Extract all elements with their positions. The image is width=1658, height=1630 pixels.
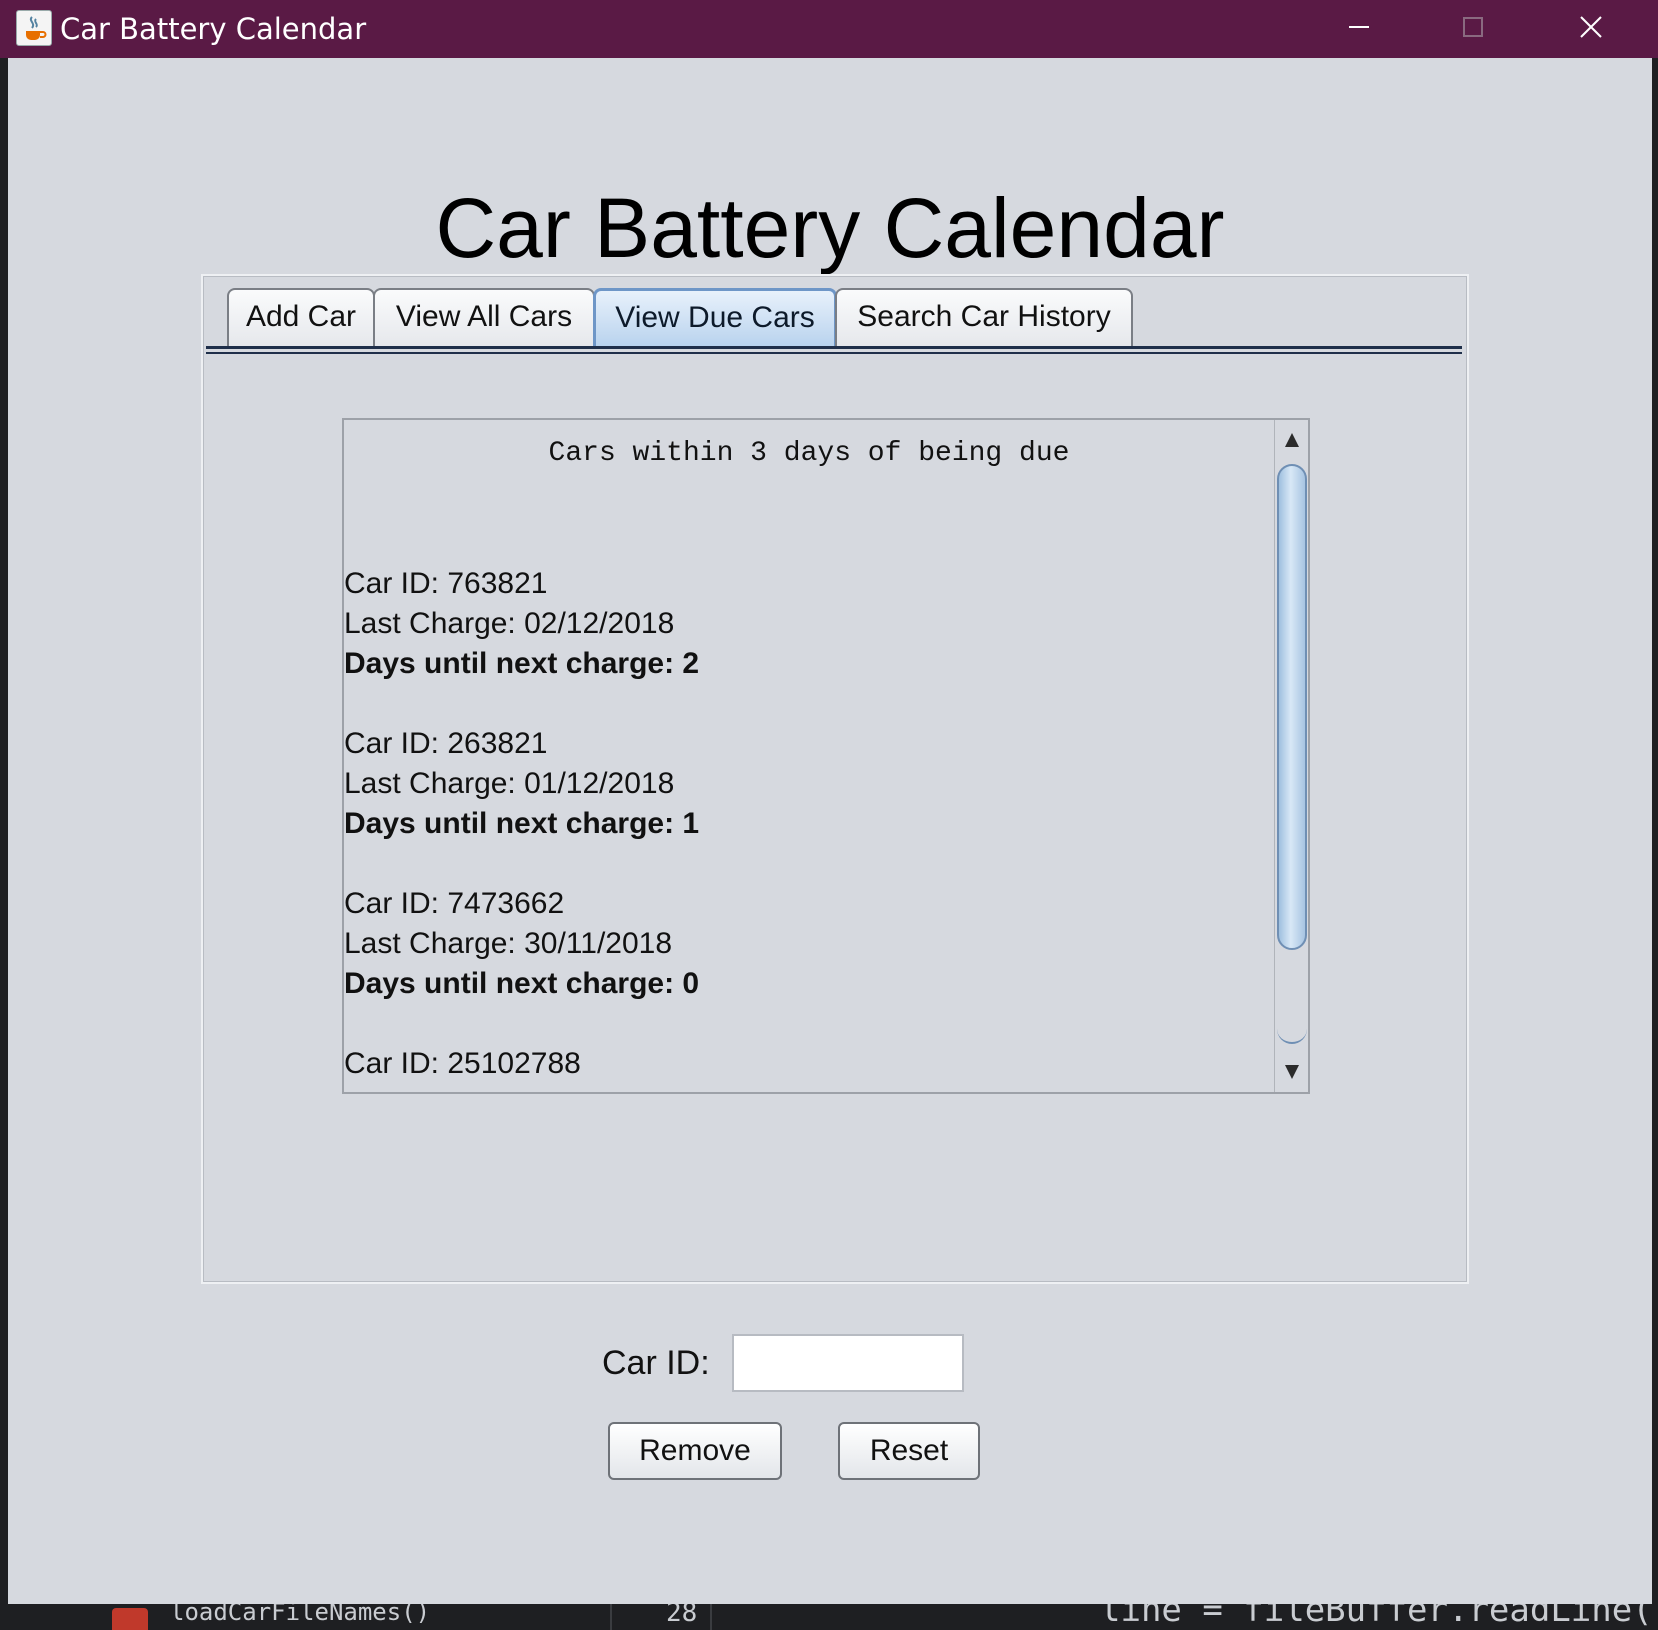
- days-until-text: Days until next charge: 2: [344, 647, 700, 680]
- remove-button[interactable]: Remove: [608, 1422, 782, 1480]
- java-cup-icon: [16, 10, 52, 46]
- arrow-up-icon: [1285, 433, 1299, 447]
- ide-method-name: loadCarFileNames(): [170, 1604, 431, 1626]
- reset-button[interactable]: Reset: [838, 1422, 980, 1480]
- divider: [710, 1604, 712, 1630]
- due-list-heading: Cars within 3 days of being due: [548, 438, 1070, 469]
- minimize-button[interactable]: [1304, 0, 1414, 54]
- list-item: Car ID: 263821 Last Charge: 01/12/2018 D…: [344, 724, 699, 844]
- window-content: Car Battery Calendar Add Car View All Ca…: [8, 58, 1652, 1604]
- scroll-up-button[interactable]: [1275, 420, 1308, 460]
- tab-add-car[interactable]: Add Car: [227, 288, 375, 346]
- car-id-text: Car ID: 263821: [344, 727, 548, 760]
- close-button[interactable]: [1536, 0, 1646, 54]
- due-cars-text-area[interactable]: Cars within 3 days of being due Car ID: …: [342, 418, 1310, 1094]
- car-id-input[interactable]: [732, 1334, 964, 1392]
- vertical-scrollbar[interactable]: [1274, 420, 1308, 1092]
- arrow-down-icon: [1285, 1065, 1299, 1079]
- car-id-label: Car ID:: [602, 1344, 710, 1382]
- lock-icon: [112, 1608, 148, 1630]
- tab-search-car-history[interactable]: Search Car History: [835, 288, 1133, 346]
- maximize-button[interactable]: [1418, 0, 1528, 54]
- ide-code-line: line = fileBuffer.readLine(): [1100, 1604, 1658, 1630]
- close-icon: [1580, 16, 1602, 38]
- tab-view-due-cars[interactable]: View Due Cars: [593, 288, 837, 346]
- last-charge-text: Last Charge: 30/11/2018: [344, 927, 673, 960]
- scroll-down-button[interactable]: [1275, 1052, 1308, 1092]
- maximize-icon: [1463, 17, 1483, 37]
- days-until-text: Days until next charge: 0: [344, 967, 700, 1000]
- list-item: Car ID: 7473662 Last Charge: 30/11/2018 …: [344, 884, 699, 1004]
- window-title: Car Battery Calendar: [60, 12, 367, 46]
- car-id-text: Car ID: 763821: [344, 567, 548, 600]
- minimize-icon: [1349, 26, 1369, 28]
- ide-line-number: 28: [666, 1604, 698, 1628]
- list-item: Car ID: 763821 Last Charge: 02/12/2018 D…: [344, 564, 699, 684]
- last-charge-text: Last Charge: 02/12/2018: [344, 607, 675, 640]
- page-title: Car Battery Calendar: [435, 181, 1225, 275]
- tab-divider: [206, 346, 1462, 354]
- background-ide: loadCarFileNames() 28 line = fileBuffer.…: [0, 1604, 1658, 1630]
- scroll-thumb[interactable]: [1277, 464, 1307, 950]
- car-id-text: Car ID: 25102788: [344, 1047, 581, 1080]
- list-item: Car ID: 25102788: [344, 1044, 581, 1084]
- divider: [610, 1604, 612, 1630]
- days-until-text: Days until next charge: 1: [344, 807, 700, 840]
- car-id-text: Car ID: 7473662: [344, 887, 565, 920]
- last-charge-text: Last Charge: 01/12/2018: [344, 767, 675, 800]
- title-bar: Car Battery Calendar: [0, 0, 1658, 58]
- scroll-track[interactable]: [1277, 992, 1307, 1044]
- tab-view-all-cars[interactable]: View All Cars: [373, 288, 595, 346]
